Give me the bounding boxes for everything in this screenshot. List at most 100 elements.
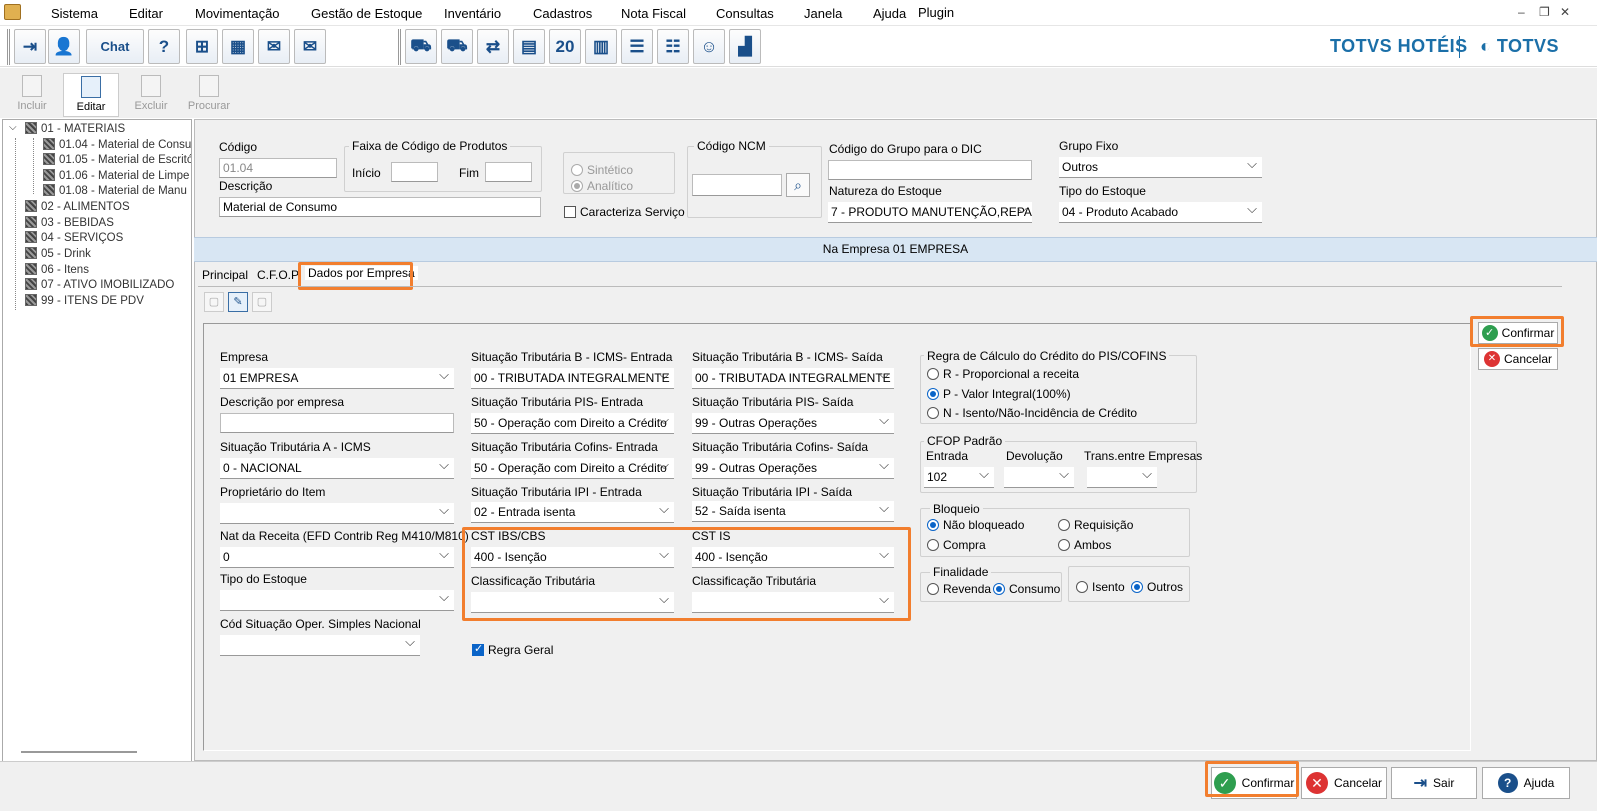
regra-p-radio[interactable]: P - Valor Integral(100%) — [927, 387, 1071, 401]
cfop-entrada-select[interactable]: 102 — [924, 467, 994, 488]
compra-radio[interactable]: Compra — [927, 538, 986, 552]
logout-icon[interactable]: ⇥ — [14, 29, 46, 64]
tree-item[interactable]: 04 - SERVIÇOS — [25, 231, 123, 244]
ipi-saida-select[interactable]: 52 - Saída isenta — [692, 501, 894, 522]
tree-item[interactable]: 01.05 - Material de Escritó — [43, 153, 191, 166]
tab-cfop[interactable]: C.F.O.P — [257, 268, 299, 282]
calendar-20-icon[interactable]: 20 — [549, 29, 581, 64]
natureza-select[interactable]: 7 - PRODUTO MANUTENÇÃO,REPARC — [828, 202, 1032, 223]
menu-consultas[interactable]: Consultas — [716, 6, 774, 21]
incluir-button[interactable]: Incluir — [4, 73, 60, 117]
menu-nota-fiscal[interactable]: Nota Fiscal — [621, 6, 686, 21]
codigo-field[interactable]: 01.04 — [219, 158, 337, 178]
calculator-icon[interactable]: ▦ — [222, 29, 254, 64]
empresa-select[interactable]: 01 EMPRESA — [220, 368, 454, 389]
isento-radio[interactable]: Isento — [1076, 580, 1125, 594]
ajuda-button[interactable]: ? Ajuda — [1482, 767, 1570, 799]
tipo-estoque-empresa-select[interactable] — [220, 590, 454, 611]
truck-icon[interactable]: ⛟ — [441, 29, 473, 64]
caracteriza-servico-checkbox[interactable]: Caracteriza Serviço — [564, 205, 685, 219]
cfop-trans-select[interactable] — [1087, 467, 1157, 488]
regra-r-radio[interactable]: R - Proporcional a receita — [927, 367, 1079, 381]
cofins-entrada-select[interactable]: 50 - Operação com Direito a Crédito — [471, 458, 674, 479]
menu-ajuda[interactable]: Ajuda — [873, 6, 906, 21]
window-list-icon[interactable]: ☰ — [621, 29, 653, 64]
excluir-button[interactable]: Excluir — [123, 73, 179, 117]
menu-cadastros[interactable]: Cadastros — [533, 6, 592, 21]
calendar-icon[interactable]: ▤ — [513, 29, 545, 64]
menu-editar[interactable]: Editar — [129, 6, 163, 21]
analitico-radio[interactable]: Analítico — [571, 179, 633, 193]
outros-radio[interactable]: Outros — [1131, 580, 1183, 594]
fim-field[interactable] — [485, 162, 532, 182]
inicio-field[interactable] — [391, 162, 438, 182]
sair-button[interactable]: ⇥ Sair — [1391, 767, 1477, 799]
side-cancelar-button[interactable]: ✕ Cancelar — [1478, 348, 1558, 370]
icms-entrada-select[interactable]: 00 - TRIBUTADA INTEGRALMENTE — [471, 368, 674, 389]
minimize-icon[interactable]: – — [1518, 5, 1525, 19]
collapse-icon[interactable]: ⌵ — [9, 122, 17, 133]
consumo-radio[interactable]: Consumo — [993, 582, 1060, 596]
grupo-dic-field[interactable] — [828, 160, 1032, 180]
sintetico-radio[interactable]: Sintético — [571, 163, 633, 177]
tree-item[interactable]: 06 - Itens — [25, 263, 89, 276]
menu-movimentacao[interactable]: Movimentação — [195, 6, 280, 21]
tab-principal[interactable]: Principal — [202, 268, 248, 282]
regra-n-radio[interactable]: N - Isento/Não-Incidência de Crédito — [927, 406, 1137, 420]
truck-cancel-icon[interactable]: ⛟ — [405, 29, 437, 64]
users-icon[interactable]: ☺ — [693, 29, 725, 64]
transfer-icon[interactable]: ⇄ — [477, 29, 509, 64]
descricao-field[interactable]: Material de Consumo — [219, 197, 541, 217]
menu-inventario[interactable]: Inventário — [444, 6, 501, 21]
cod-sit-select[interactable] — [220, 635, 420, 656]
window-user-icon[interactable]: ☷ — [657, 29, 689, 64]
menu-sistema[interactable]: Sistema — [51, 6, 98, 21]
search-icon[interactable]: ⌕ — [786, 173, 810, 197]
help-icon[interactable]: ? — [148, 29, 180, 64]
tree-item[interactable]: 05 - Drink — [25, 247, 91, 260]
pis-saida-select[interactable]: 99 - Outras Operações — [692, 413, 894, 434]
requisicao-radio[interactable]: Requisição — [1058, 518, 1133, 532]
procurar-button[interactable]: Procurar — [181, 73, 237, 117]
revenda-radio[interactable]: Revenda — [927, 582, 991, 596]
user-key-icon[interactable]: 👤 — [48, 29, 80, 64]
pis-entrada-select[interactable]: 50 - Operação com Direito a Crédito — [471, 413, 674, 434]
org-chart-icon[interactable]: ⊞ — [186, 29, 218, 64]
menu-plugin[interactable]: Plugin — [918, 5, 954, 20]
desc-empresa-field[interactable] — [220, 413, 454, 433]
tree-item[interactable]: 03 - BEBIDAS — [25, 216, 114, 229]
tree-item[interactable]: 01.06 - Material de Limpe — [43, 169, 189, 182]
mail-send-icon[interactable]: ✉ — [294, 29, 326, 64]
tree-item[interactable]: 07 - ATIVO IMOBILIZADO — [25, 278, 174, 291]
proprietario-select[interactable] — [220, 503, 454, 524]
chart-icon[interactable]: ▟ — [729, 29, 761, 64]
chat-button[interactable]: Chat — [86, 29, 144, 64]
editar-button[interactable]: Editar — [63, 73, 119, 117]
tree-item[interactable]: 01 - MATERIAIS — [25, 122, 125, 135]
nat-receita-select[interactable]: 0 — [220, 547, 454, 568]
ncm-field[interactable] — [692, 174, 782, 196]
menu-gestao-estoque[interactable]: Gestão de Estoque — [311, 6, 422, 21]
ipi-entrada-select[interactable]: 02 - Entrada isenta — [471, 502, 674, 523]
tree-item[interactable]: 99 - ITENS DE PDV — [25, 294, 144, 307]
icms-saida-select[interactable]: 00 - TRIBUTADA INTEGRALMENTE — [692, 368, 894, 389]
new-record-icon[interactable]: ▢ — [204, 292, 224, 312]
restore-icon[interactable]: ❐ — [1539, 5, 1550, 19]
grupo-fixo-select[interactable]: Outros — [1059, 157, 1262, 178]
ambos-radio[interactable]: Ambos — [1058, 538, 1111, 552]
delete-record-icon[interactable]: ▢ — [252, 292, 272, 312]
sit-a-select[interactable]: 0 - NACIONAL — [220, 458, 454, 479]
report-icon[interactable]: ▥ — [585, 29, 617, 64]
cancelar-button[interactable]: ✕ Cancelar — [1301, 767, 1387, 799]
edit-record-icon[interactable]: ✎ — [228, 292, 248, 312]
tree-item[interactable]: 01.04 - Material de Consu — [43, 138, 191, 151]
cofins-saida-select[interactable]: 99 - Outras Operações — [692, 458, 894, 479]
tree-item[interactable]: 01.08 - Material de Manu — [43, 184, 187, 197]
menu-janela[interactable]: Janela — [804, 6, 842, 21]
tree-scrollbar[interactable] — [21, 751, 137, 753]
close-icon[interactable]: ✕ — [1560, 5, 1570, 19]
nao-bloqueado-radio[interactable]: Não bloqueado — [927, 518, 1024, 532]
cfop-devolucao-select[interactable] — [1004, 467, 1074, 488]
tree-item[interactable]: 02 - ALIMENTOS — [25, 200, 130, 213]
mail-icon[interactable]: ✉ — [258, 29, 290, 64]
